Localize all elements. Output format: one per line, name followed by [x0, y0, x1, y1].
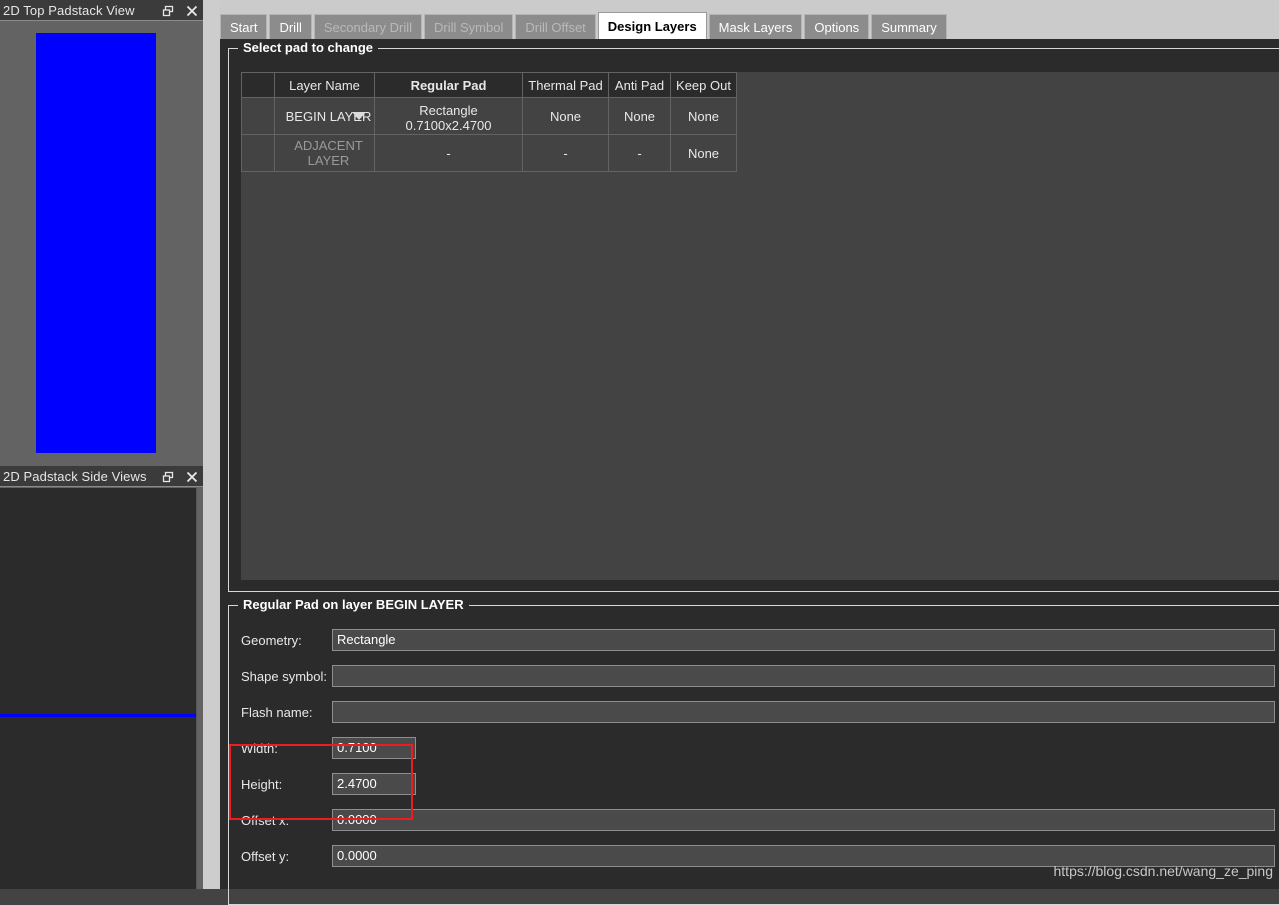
anti-pad-cell[interactable]: - — [608, 134, 671, 172]
chevron-down-icon[interactable] — [352, 112, 366, 120]
side-pad-shape — [0, 714, 196, 717]
row-selector-cell[interactable] — [241, 134, 275, 172]
pad-table: Layer Name Regular Pad Thermal Pad Anti … — [241, 72, 737, 172]
regular-pad-group-title: Regular Pad on layer BEGIN LAYER — [238, 597, 469, 612]
tab-secondary-drill: Secondary Drill — [313, 14, 423, 39]
regular-pad-cell[interactable]: - — [374, 134, 523, 172]
layer-name-value: ADJACENT LAYER — [294, 138, 363, 168]
col-header-layer-name[interactable]: Layer Name — [274, 72, 375, 98]
top-padstack-view-title: 2D Top Padstack View — [3, 2, 135, 18]
col-header-keep-out[interactable]: Keep Out — [670, 72, 737, 98]
tab-mask-layers[interactable]: Mask Layers — [708, 14, 803, 39]
offset-x-label: Offset x: — [241, 812, 290, 828]
form-row-height: Height: 2.4700 — [230, 766, 1279, 802]
geometry-label: Geometry: — [241, 632, 302, 648]
pad-table-header-row: Layer Name Regular Pad Thermal Pad Anti … — [241, 72, 737, 98]
row-selector-cell[interactable] — [241, 97, 275, 135]
regular-pad-group: Regular Pad on layer BEGIN LAYER Geometr… — [228, 597, 1279, 905]
pad-table-header: Layer Name Regular Pad Thermal Pad Anti … — [241, 72, 737, 98]
padstack-side-views-title: 2D Padstack Side Views — [3, 468, 147, 484]
regular-pad-form: Geometry: Rectangle Shape symbol: Flash nam… — [230, 622, 1279, 904]
close-icon[interactable] — [185, 4, 199, 18]
layer-name-combobox[interactable]: BEGIN LAYER — [274, 97, 375, 135]
form-row-width: Width: 0.7100 — [230, 730, 1279, 766]
col-header-selector[interactable] — [241, 72, 275, 98]
thermal-pad-cell[interactable]: None — [522, 97, 609, 135]
tab-start[interactable]: Start — [220, 14, 268, 39]
tab-drill-offset: Drill Offset — [515, 14, 596, 39]
close-icon[interactable] — [185, 470, 199, 484]
top-padstack-view-titlebar-buttons — [161, 0, 199, 21]
padstack-side-views-titlebar: 2D Padstack Side Views — [0, 466, 203, 487]
pad-table-container[interactable]: Layer Name Regular Pad Thermal Pad Anti … — [241, 72, 1279, 580]
top-pad-shape — [36, 33, 156, 453]
main-content: Start Drill Secondary Drill Drill Symbol Dri… — [220, 0, 1279, 905]
restore-icon[interactable] — [161, 4, 175, 18]
layer-name-cell: ADJACENT LAYER — [274, 134, 375, 172]
form-row-flash-name: Flash name: — [230, 694, 1279, 730]
left-dock-panel: 2D Top Padstack View 2D Padstack Side Vi… — [0, 0, 203, 889]
top-padstack-view-panel: 2D Top Padstack View — [0, 0, 203, 464]
watermark-text: https://blog.csdn.net/wang_ze_ping — [1053, 863, 1274, 879]
dock-splitter[interactable] — [203, 0, 220, 889]
form-row-geometry: Geometry: Rectangle — [230, 622, 1279, 658]
height-label: Height: — [241, 776, 283, 792]
geometry-input[interactable]: Rectangle — [332, 629, 1275, 651]
keep-out-cell[interactable]: None — [670, 134, 737, 172]
top-padstack-view-canvas[interactable] — [0, 22, 203, 464]
select-pad-group-title: Select pad to change — [238, 40, 379, 55]
thermal-pad-cell[interactable]: - — [522, 134, 609, 172]
table-row[interactable]: BEGIN LAYER Rectangle 0.7100x2.4700 None… — [241, 97, 737, 135]
width-label: Width: — [241, 740, 278, 756]
tab-drill[interactable]: Drill — [269, 14, 312, 39]
offset-x-input[interactable]: 0.0000 — [332, 809, 1275, 831]
padstack-side-views-canvas[interactable] — [0, 488, 197, 889]
col-header-regular-pad[interactable]: Regular Pad — [374, 72, 523, 98]
flash-name-label: Flash name: — [241, 704, 313, 720]
wizard-tabbar: Start Drill Secondary Drill Drill Symbol Dri… — [220, 0, 1279, 39]
col-header-thermal-pad[interactable]: Thermal Pad — [522, 72, 609, 98]
col-header-anti-pad[interactable]: Anti Pad — [608, 72, 671, 98]
anti-pad-cell[interactable]: None — [608, 97, 671, 135]
tab-design-layers[interactable]: Design Layers — [597, 12, 707, 39]
shape-symbol-input[interactable] — [332, 665, 1275, 687]
offset-y-label: Offset y: — [241, 848, 290, 864]
tab-options[interactable]: Options — [804, 14, 870, 39]
top-padstack-view-titlebar: 2D Top Padstack View — [0, 0, 203, 21]
regular-pad-cell[interactable]: Rectangle 0.7100x2.4700 — [374, 97, 523, 135]
shape-symbol-label: Shape symbol: — [241, 668, 327, 684]
height-input[interactable]: 2.4700 — [332, 773, 416, 795]
width-input[interactable]: 0.7100 — [332, 737, 416, 759]
tab-summary[interactable]: Summary — [871, 14, 947, 39]
flash-name-input[interactable] — [332, 701, 1275, 723]
padstack-side-views-panel: 2D Padstack Side Views — [0, 466, 203, 889]
padstack-side-views-titlebar-buttons — [161, 466, 199, 487]
table-row[interactable]: ADJACENT LAYER - - - None — [241, 134, 737, 172]
select-pad-group: Select pad to change Layer Name Regular … — [228, 40, 1279, 592]
form-row-shape-symbol: Shape symbol: — [230, 658, 1279, 694]
tab-drill-symbol: Drill Symbol — [424, 14, 514, 39]
pad-table-body: BEGIN LAYER Rectangle 0.7100x2.4700 None… — [241, 97, 737, 172]
form-row-offset-x: Offset x: 0.0000 — [230, 802, 1279, 838]
restore-icon[interactable] — [161, 470, 175, 484]
keep-out-cell[interactable]: None — [670, 97, 737, 135]
